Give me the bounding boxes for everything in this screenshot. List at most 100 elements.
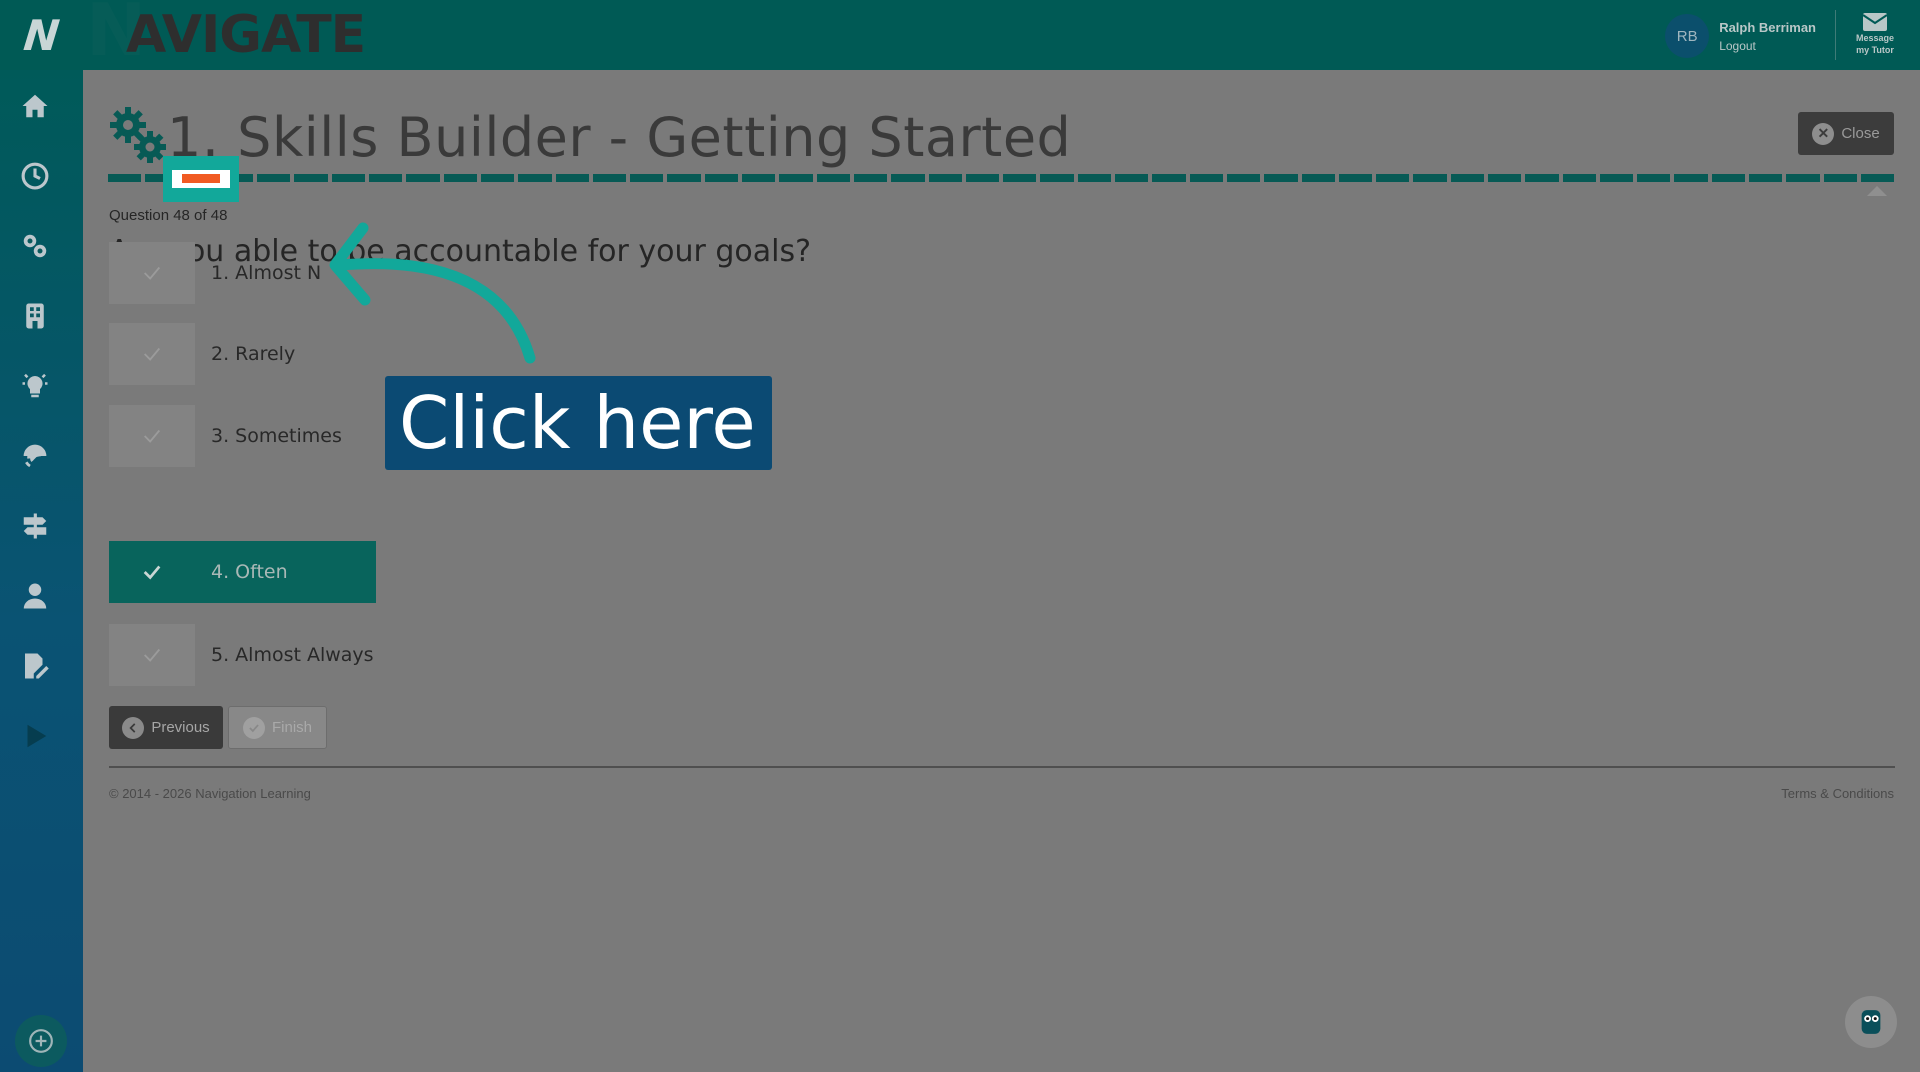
fingerprint-icon[interactable] <box>17 438 53 474</box>
progress-segment[interactable] <box>704 174 739 182</box>
finish-button[interactable]: Finish <box>228 706 327 749</box>
page-title: 1. Skills Builder - Getting Started <box>167 106 1072 169</box>
progress-segment[interactable] <box>257 174 291 182</box>
answer-option-2[interactable]: 2. Rarely <box>109 323 295 385</box>
previous-button[interactable]: Previous <box>109 706 223 749</box>
progress-segment[interactable] <box>779 174 813 182</box>
close-label: Close <box>1841 125 1880 142</box>
clock-icon[interactable] <box>17 158 53 194</box>
chevron-left-icon <box>122 716 145 739</box>
answer-option-4[interactable]: 4. Often <box>109 541 376 603</box>
progress-segment[interactable] <box>1301 174 1335 182</box>
user-icon[interactable] <box>17 578 53 614</box>
progress-segment[interactable] <box>1264 174 1298 182</box>
terms-link[interactable]: Terms & Conditions <box>1781 786 1894 801</box>
progress-segment[interactable] <box>630 174 664 182</box>
progress-segment[interactable] <box>518 174 552 182</box>
progress-segment[interactable] <box>816 174 850 182</box>
copyright: © 2014 - 2026 Navigation Learning <box>109 786 311 801</box>
skills-gears-icon <box>110 107 166 163</box>
progress-segment[interactable] <box>667 174 701 182</box>
progress-segment[interactable] <box>965 174 1000 182</box>
check-icon <box>109 323 195 385</box>
chat-assistant-icon[interactable] <box>1845 996 1897 1048</box>
progress-segment[interactable] <box>1711 174 1746 182</box>
progress-segment[interactable] <box>1376 174 1410 182</box>
finish-label: Finish <box>271 719 312 736</box>
user-name: Ralph Berriman <box>1719 19 1816 35</box>
progress-segment[interactable] <box>1040 174 1074 182</box>
footer-divider <box>109 766 1895 768</box>
progress-segment[interactable] <box>1003 174 1037 182</box>
check-icon <box>109 541 195 603</box>
check-circle-icon <box>242 716 265 739</box>
progress-segment[interactable] <box>406 174 440 182</box>
check-icon <box>109 242 195 304</box>
progress-segment[interactable] <box>1637 174 1671 182</box>
answer-option-3[interactable]: 3. Sometimes <box>109 405 342 467</box>
progress-segment[interactable] <box>1115 174 1149 182</box>
progress-segment[interactable] <box>1226 174 1261 182</box>
check-icon <box>109 405 195 467</box>
progress-segment[interactable] <box>742 174 776 182</box>
progress-segment[interactable] <box>891 174 925 182</box>
progress-segment[interactable] <box>369 174 403 182</box>
home-icon[interactable] <box>17 88 53 124</box>
logo-word: AVIGATE <box>126 5 366 65</box>
message-label-2: my Tutor <box>1856 45 1894 55</box>
avatar[interactable]: RB <box>1665 14 1710 58</box>
answer-option-1[interactable]: 1. Almost N <box>109 242 321 304</box>
close-icon: ✕ <box>1812 122 1835 145</box>
sidebar <box>0 70 83 1072</box>
progress-segment[interactable] <box>592 174 627 182</box>
progress-segment[interactable] <box>108 174 142 182</box>
progress-segment[interactable] <box>1152 174 1186 182</box>
progress-segment[interactable] <box>555 174 589 182</box>
signpost-icon[interactable] <box>17 508 53 544</box>
collapse-up-icon[interactable] <box>1867 186 1887 196</box>
progress-segment[interactable] <box>853 174 888 182</box>
message-tutor-button[interactable]: Message my Tutor <box>1848 12 1902 56</box>
progress-segment[interactable] <box>443 174 477 182</box>
plus-circle-icon[interactable] <box>15 1015 67 1067</box>
progress-segment[interactable] <box>331 174 366 182</box>
progress-segment[interactable] <box>1077 174 1112 182</box>
progress-segment[interactable] <box>1860 174 1895 182</box>
progress-segment[interactable] <box>1189 174 1223 182</box>
progress-segment[interactable] <box>1413 174 1447 182</box>
progress-segment[interactable] <box>1525 174 1559 182</box>
edit-document-icon[interactable] <box>17 648 53 684</box>
logo-mark-letter: N <box>21 10 62 60</box>
progress-segment[interactable] <box>1487 174 1522 182</box>
play-icon[interactable] <box>17 718 53 754</box>
building-icon[interactable] <box>17 298 53 334</box>
option-label: 2. Rarely <box>211 343 296 365</box>
option-label: 3. Sometimes <box>211 425 342 447</box>
navigate-logo[interactable]: N AVIGATE <box>86 0 366 72</box>
logo-mark[interactable]: N <box>0 0 83 70</box>
progress-segment[interactable] <box>480 174 515 182</box>
progress-segment[interactable] <box>294 174 328 182</box>
option-label: 5. Almost Always <box>211 644 374 666</box>
progress-segment[interactable] <box>1823 174 1857 182</box>
click-here-callout: Click here <box>385 376 772 470</box>
progress-segment[interactable] <box>1562 174 1596 182</box>
previous-label: Previous <box>151 719 210 736</box>
check-icon <box>109 624 195 686</box>
progress-segment[interactable] <box>1338 174 1373 182</box>
progress-segment[interactable] <box>1674 174 1708 182</box>
lightbulb-icon[interactable] <box>17 368 53 404</box>
option-label: 4. Often <box>211 561 288 583</box>
top-bar: N N AVIGATE RB Ralph Berriman Logout Mes… <box>0 0 1920 72</box>
progress-segment[interactable] <box>1786 174 1820 182</box>
answer-option-5[interactable]: 5. Almost Always <box>109 624 374 686</box>
logout-link[interactable]: Logout <box>1719 39 1816 53</box>
progress-segment[interactable] <box>1749 174 1783 182</box>
question-progress-bar <box>108 174 1895 182</box>
progress-segment[interactable] <box>1599 174 1634 182</box>
progress-segment[interactable] <box>1450 174 1484 182</box>
progress-highlight-marker[interactable] <box>163 156 239 202</box>
gears-icon[interactable] <box>17 228 53 264</box>
close-button[interactable]: ✕ Close <box>1798 112 1894 155</box>
progress-segment[interactable] <box>928 174 962 182</box>
